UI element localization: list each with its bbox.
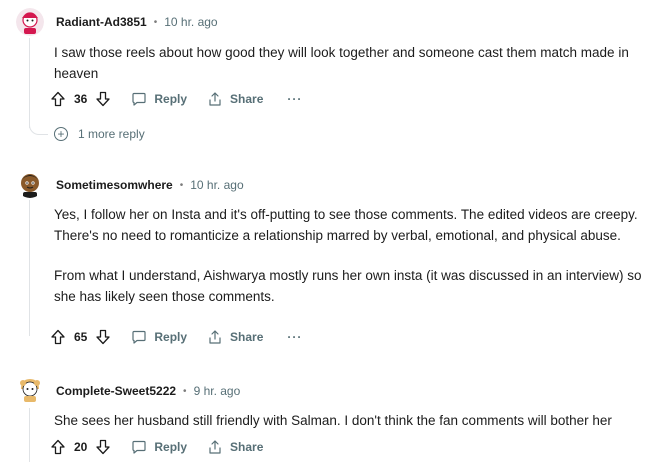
comment-bubble-icon [132, 92, 146, 106]
comment-actions: 65 Reply Share ··· [50, 325, 302, 349]
comment-meta: Complete-Sweet5222 • 9 hr. ago [56, 381, 240, 401]
timestamp[interactable]: 10 hr. ago [164, 15, 217, 29]
upvote-icon[interactable] [50, 91, 66, 107]
vote-count: 20 [74, 440, 88, 454]
more-replies-label: 1 more reply [78, 127, 145, 141]
timestamp[interactable]: 10 hr. ago [190, 178, 243, 192]
share-icon [209, 92, 221, 106]
separator: • [153, 16, 158, 28]
timestamp[interactable]: 9 hr. ago [194, 384, 241, 398]
comment-text: I saw those reels about how good they wi… [54, 45, 629, 81]
share-label: Share [230, 330, 264, 344]
reply-button[interactable]: Reply [131, 91, 187, 107]
author-name[interactable]: Radiant-Ad3851 [56, 15, 147, 29]
author-name[interactable]: Complete-Sweet5222 [56, 384, 176, 398]
separator: • [179, 179, 184, 191]
thread-line [29, 408, 30, 462]
author-name[interactable]: Sometimesomwhere [56, 178, 173, 192]
thread-line [29, 38, 30, 128]
downvote-icon[interactable] [95, 439, 111, 455]
avatar[interactable] [16, 170, 44, 198]
share-button[interactable]: Share [207, 329, 263, 345]
comment-bubble-icon [132, 440, 146, 454]
comment-text: From what I understand, Aishwarya mostly… [54, 268, 642, 304]
comment-text: She sees her husband still friendly with… [54, 413, 612, 428]
separator: • [183, 385, 187, 397]
share-icon [209, 440, 221, 454]
more-replies-button[interactable]: + 1 more reply [54, 125, 145, 143]
comment-body: I saw those reels about how good they wi… [54, 42, 644, 84]
share-button[interactable]: Share [207, 439, 263, 455]
share-label: Share [230, 92, 264, 106]
vote-count: 65 [74, 330, 88, 344]
reply-button[interactable]: Reply [131, 329, 187, 345]
avatar[interactable] [16, 8, 44, 36]
comment-bubble-icon [132, 330, 146, 344]
downvote-icon[interactable] [95, 91, 111, 107]
downvote-icon[interactable] [95, 329, 111, 345]
more-options-icon[interactable]: ··· [287, 92, 302, 106]
plus-circle-icon: + [54, 127, 68, 141]
upvote-icon[interactable] [50, 329, 66, 345]
share-button[interactable]: Share [207, 91, 263, 107]
more-options-icon[interactable]: ··· [287, 330, 302, 344]
comment-body: Yes, I follow her on Insta and it's off-… [54, 204, 644, 307]
comment-actions: 36 Reply Share ··· [50, 87, 302, 111]
share-label: Share [230, 440, 264, 454]
reply-label: Reply [154, 92, 188, 106]
avatar[interactable] [16, 375, 44, 403]
thread-connector [29, 118, 48, 135]
comment-body: She sees her husband still friendly with… [54, 410, 644, 431]
vote-count: 36 [74, 92, 88, 106]
thread-line [29, 200, 30, 336]
comment-meta: Sometimesomwhere • 10 hr. ago [56, 175, 244, 195]
comment-meta: Radiant-Ad3851 • 10 hr. ago [56, 12, 218, 32]
comment-actions: 20 Reply Share [50, 435, 263, 459]
comment-text: Yes, I follow her on Insta and it's off-… [54, 207, 638, 243]
reply-label: Reply [154, 330, 188, 344]
reply-label: Reply [154, 440, 188, 454]
share-icon [209, 330, 221, 344]
reply-button[interactable]: Reply [131, 439, 187, 455]
upvote-icon[interactable] [50, 439, 66, 455]
